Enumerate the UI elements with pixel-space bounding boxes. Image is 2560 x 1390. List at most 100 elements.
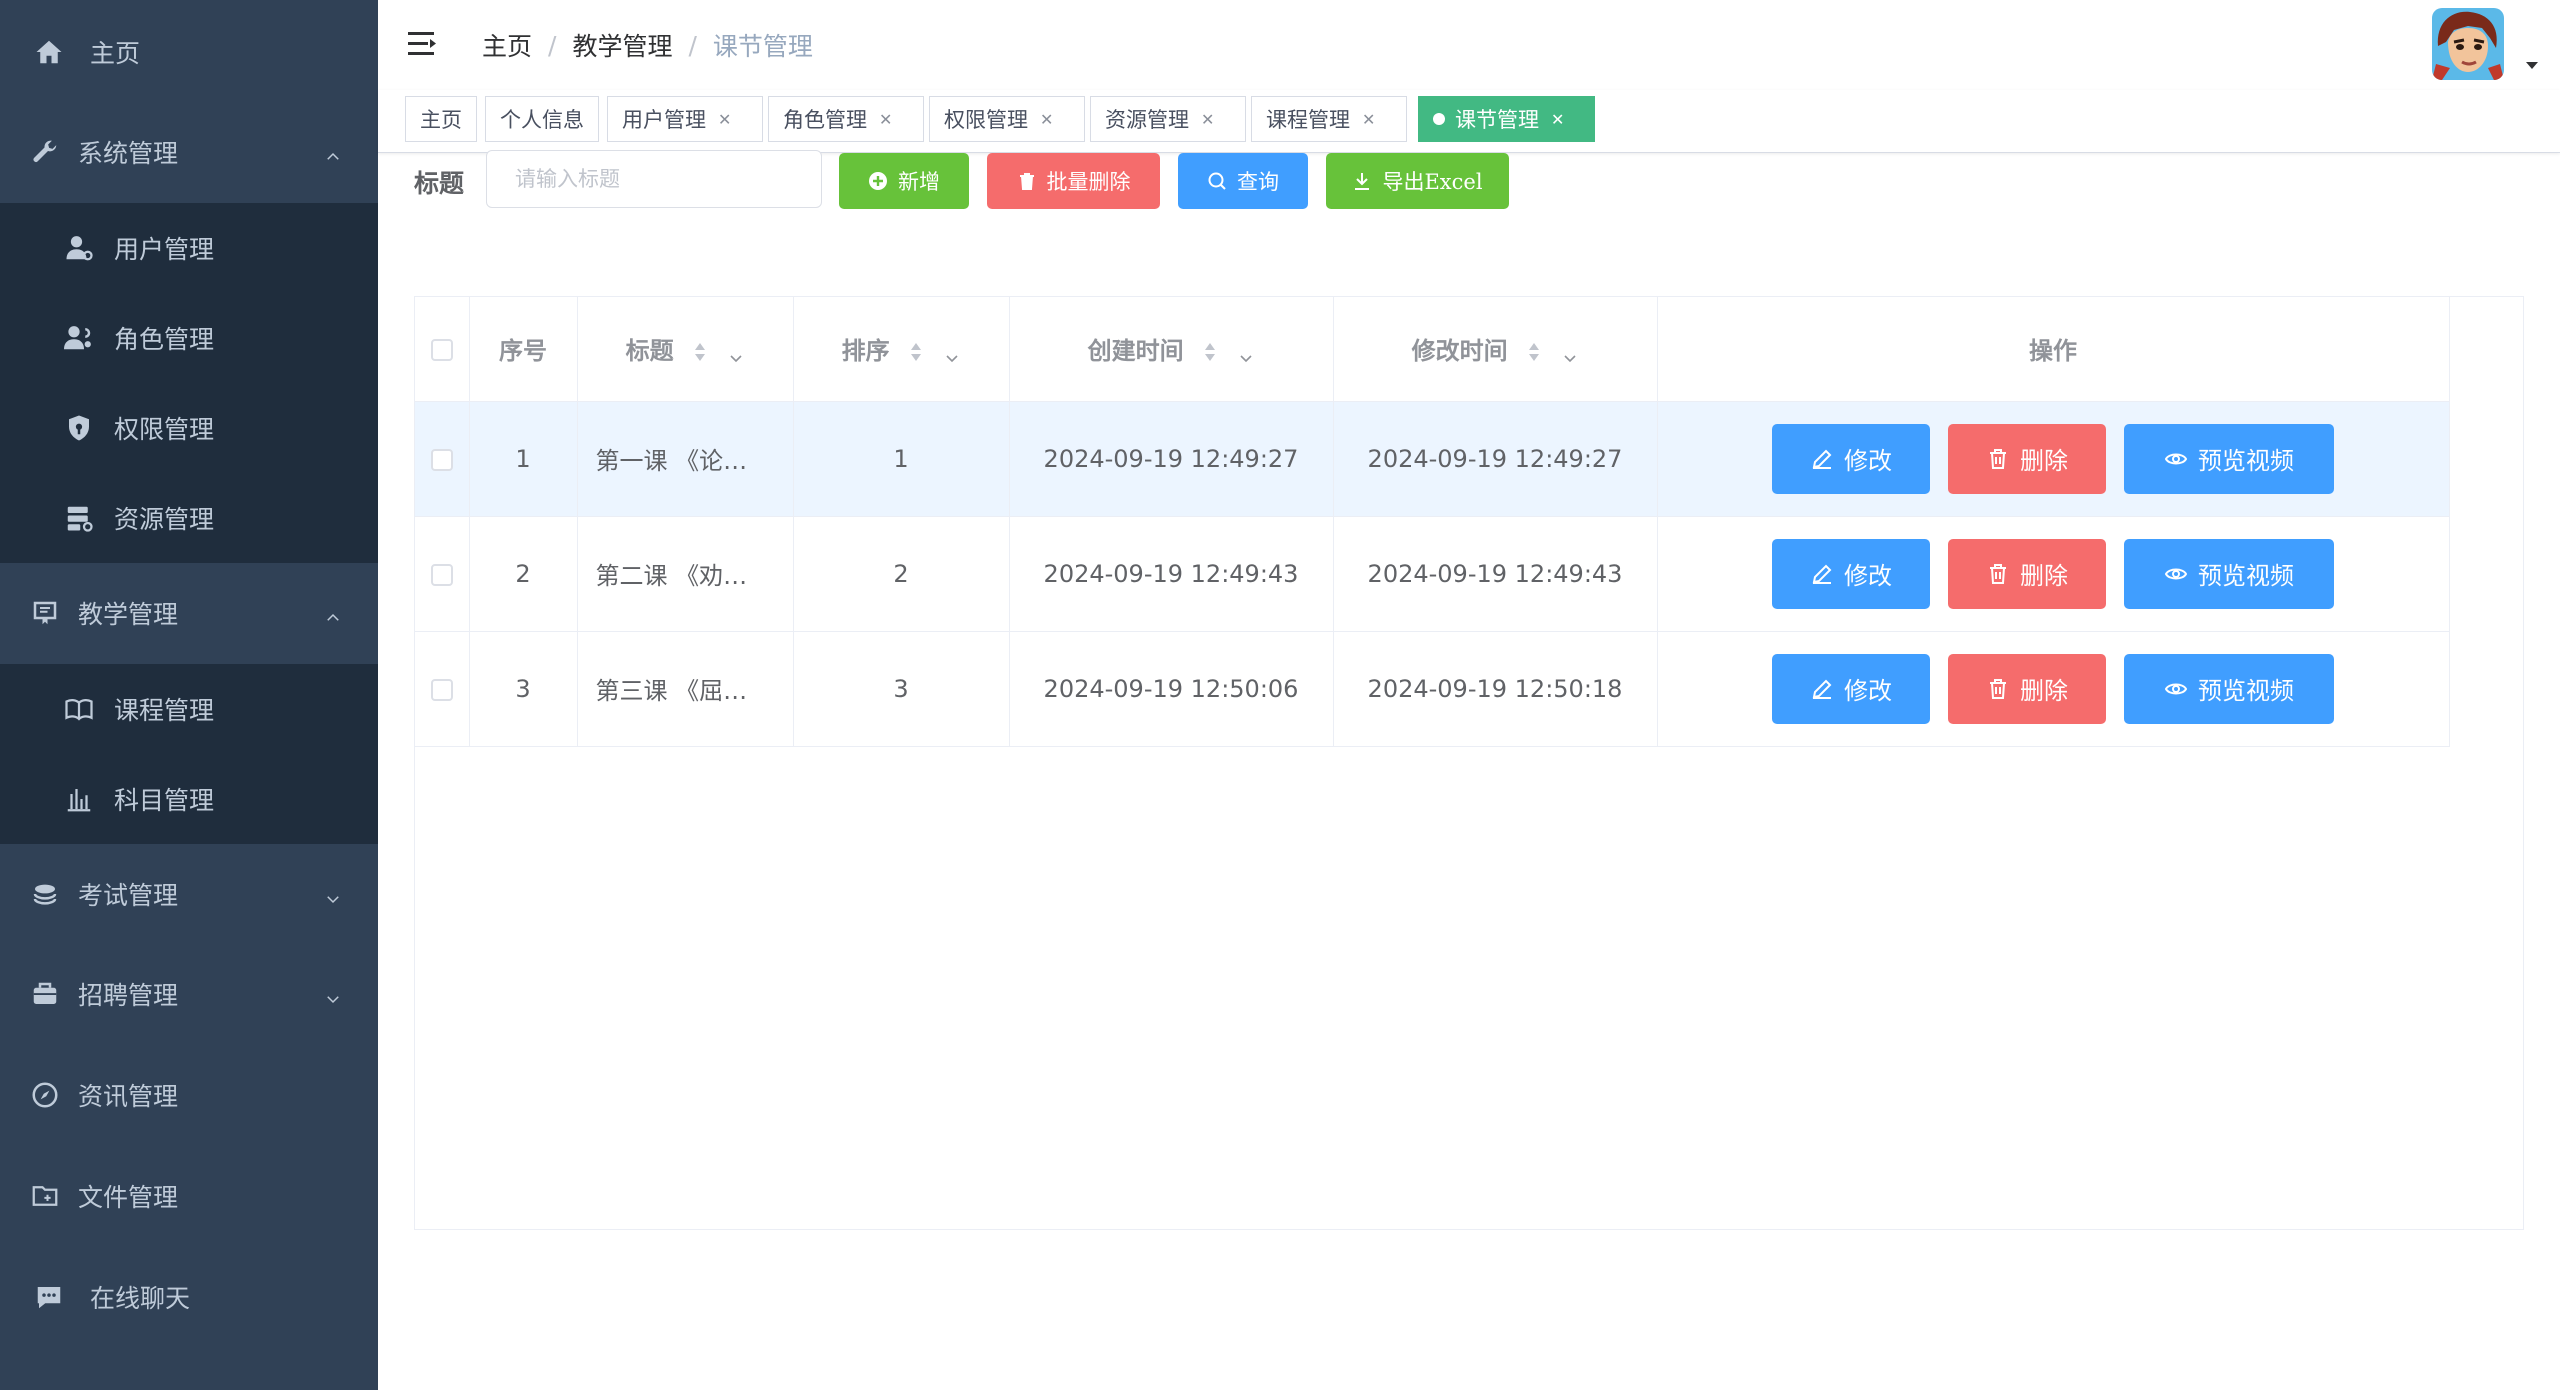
tag-roles[interactable]: 角色管理 ✕ [768, 96, 924, 142]
tag-label: 用户管理 [622, 108, 706, 132]
edit-icon [1812, 449, 1832, 469]
preview-video-button[interactable]: 预览视频 [2124, 653, 2334, 724]
row-checkbox[interactable] [430, 563, 453, 586]
preview-video-button-label: 预览视频 [2198, 562, 2294, 590]
sidebar-item-permissions[interactable]: 权限管理 [0, 383, 378, 473]
breadcrumb-item[interactable]: 教学管理 [572, 27, 672, 63]
close-icon[interactable]: ✕ [1201, 110, 1214, 129]
reading-icon [64, 694, 94, 724]
sidebar: 主页 系统管理 用户管理 角色管理 权限管理 资源管理 教学管理 课程管理 科目… [0, 0, 378, 1390]
column-header-label: 标题 [625, 337, 674, 366]
sidebar-item-label: 文件管理 [78, 1183, 179, 1212]
delete-button[interactable]: 删除 [1948, 538, 2106, 609]
delete-button-label: 删除 [2020, 677, 2068, 705]
home-icon [34, 37, 64, 67]
sidebar-item-exams[interactable]: 考试管理 [0, 844, 378, 944]
column-header-sortable[interactable]: 修改时间 [1333, 297, 1658, 402]
edit-button[interactable]: 修改 [1772, 423, 1930, 494]
sidebar-item-courses[interactable]: 课程管理 [0, 664, 378, 754]
sidebar-item-system[interactable]: 系统管理 [0, 102, 378, 202]
close-icon[interactable]: ✕ [879, 110, 892, 129]
title-filter-label: 标题 [414, 169, 465, 198]
sidebar-item-subjects[interactable]: 科目管理 [0, 754, 378, 844]
sidebar-item-resources[interactable]: 资源管理 [0, 473, 378, 563]
sidebar-item-users[interactable]: 用户管理 [0, 203, 378, 293]
table-row[interactable]: 3 第三课 《屈… 3 2024-09-19 12:50:06 2024-09-… [415, 631, 2450, 747]
breadcrumb: 主页 / 教学管理 / 课节管理 [482, 27, 813, 63]
avatar[interactable] [2432, 8, 2504, 80]
title-cell: 第一课 《论… [577, 401, 794, 517]
tag-resources[interactable]: 资源管理 ✕ [1090, 96, 1246, 142]
sidebar-item-chat[interactable]: 在线聊天 [0, 1247, 378, 1347]
edit-icon [1812, 679, 1832, 699]
coins-icon [30, 879, 60, 909]
title-search-input[interactable] [486, 150, 822, 208]
breadcrumb-item[interactable]: 主页 [482, 27, 532, 63]
column-header: 操作 [1657, 297, 2450, 402]
edit-button[interactable]: 修改 [1772, 653, 1930, 724]
add-button[interactable]: 新增 [839, 153, 969, 209]
hamburger-icon[interactable] [408, 30, 438, 58]
sidebar-item-roles[interactable]: 角色管理 [0, 293, 378, 383]
breadcrumb-item-current: 课节管理 [712, 32, 813, 61]
sidebar-item-teaching[interactable]: 教学管理 [0, 563, 378, 663]
tag-home[interactable]: 主页 [405, 96, 477, 142]
title-cell: 第二课 《劝… [577, 516, 794, 632]
query-button-label: 查询 [1237, 170, 1279, 194]
tag-label: 权限管理 [944, 108, 1028, 132]
edit-button-label: 修改 [1844, 562, 1892, 590]
caret-down-icon[interactable] [2524, 56, 2540, 69]
column-header-sortable[interactable]: 标题 [577, 297, 794, 402]
column-header-sortable[interactable]: 创建时间 [1009, 297, 1334, 402]
filter-chevron-icon[interactable] [944, 344, 960, 363]
query-button[interactable]: 查询 [1178, 153, 1308, 209]
sidebar-item-recruitment[interactable]: 招聘管理 [0, 944, 378, 1044]
close-icon[interactable]: ✕ [1551, 110, 1564, 129]
preview-video-button-label: 预览视频 [2198, 677, 2294, 705]
table-header-row: 序号 标题 排序 创建时间 修改时间 操作 [415, 297, 2450, 402]
batch-delete-button[interactable]: 批量删除 [987, 153, 1160, 209]
table-row[interactable]: 1 第一课 《论… 1 2024-09-19 12:49:27 2024-09-… [415, 401, 2450, 517]
created-time-cell: 2024-09-19 12:50:06 [1009, 631, 1334, 747]
batch-delete-button-label: 批量删除 [1046, 170, 1131, 194]
eye-icon [2164, 683, 2188, 694]
index-cell: 2 [469, 516, 578, 632]
close-icon[interactable]: ✕ [718, 110, 731, 129]
row-checkbox[interactable] [430, 678, 453, 701]
tag-courses[interactable]: 课程管理 ✕ [1251, 96, 1407, 142]
sidebar-item-files[interactable]: 文件管理 [0, 1146, 378, 1246]
tag-permissions[interactable]: 权限管理 ✕ [929, 96, 1085, 142]
sidebar-item-label: 权限管理 [114, 415, 215, 444]
preview-video-button[interactable]: 预览视频 [2124, 423, 2334, 494]
sidebar-item-news[interactable]: 资讯管理 [0, 1045, 378, 1145]
preview-video-button[interactable]: 预览视频 [2124, 538, 2334, 609]
tags-view: 主页 个人信息 用户管理 ✕ 角色管理 ✕ 权限管理 ✕ 资源管理 ✕ 课程管理 ✕ 课节… [378, 90, 2560, 153]
trash-icon [1990, 678, 2006, 699]
export-excel-button[interactable]: 导出Excel [1326, 153, 1509, 209]
sort-caret-icon[interactable] [1202, 340, 1218, 364]
close-icon[interactable]: ✕ [1362, 110, 1375, 129]
filter-chevron-icon[interactable] [1562, 344, 1578, 363]
filter-chevron-icon[interactable] [1238, 344, 1254, 363]
row-checkbox[interactable] [430, 448, 453, 471]
delete-button[interactable]: 删除 [1948, 653, 2106, 724]
row-select-cell [415, 631, 470, 747]
column-header-sortable[interactable]: 排序 [793, 297, 1010, 402]
sort-caret-icon[interactable] [692, 340, 708, 364]
sort-cell: 2 [793, 516, 1010, 632]
sort-caret-icon[interactable] [1526, 340, 1542, 364]
tag-users[interactable]: 用户管理 ✕ [607, 96, 763, 142]
column-header-label: 排序 [841, 337, 890, 366]
table-row[interactable]: 2 第二课 《劝… 2 2024-09-19 12:49:43 2024-09-… [415, 516, 2450, 632]
sidebar-item-home[interactable]: 主页 [0, 2, 378, 102]
tag-lessons-active[interactable]: 课节管理 ✕ [1418, 96, 1595, 142]
column-header-label: 修改时间 [1411, 337, 1508, 366]
close-icon[interactable]: ✕ [1040, 110, 1053, 129]
select-all-checkbox[interactable] [430, 338, 453, 361]
tag-profile[interactable]: 个人信息 [485, 96, 599, 142]
sort-caret-icon[interactable] [908, 340, 924, 364]
delete-button[interactable]: 删除 [1948, 423, 2106, 494]
edit-button[interactable]: 修改 [1772, 538, 1930, 609]
filter-chevron-icon[interactable] [728, 344, 744, 363]
search-icon [1208, 172, 1226, 190]
